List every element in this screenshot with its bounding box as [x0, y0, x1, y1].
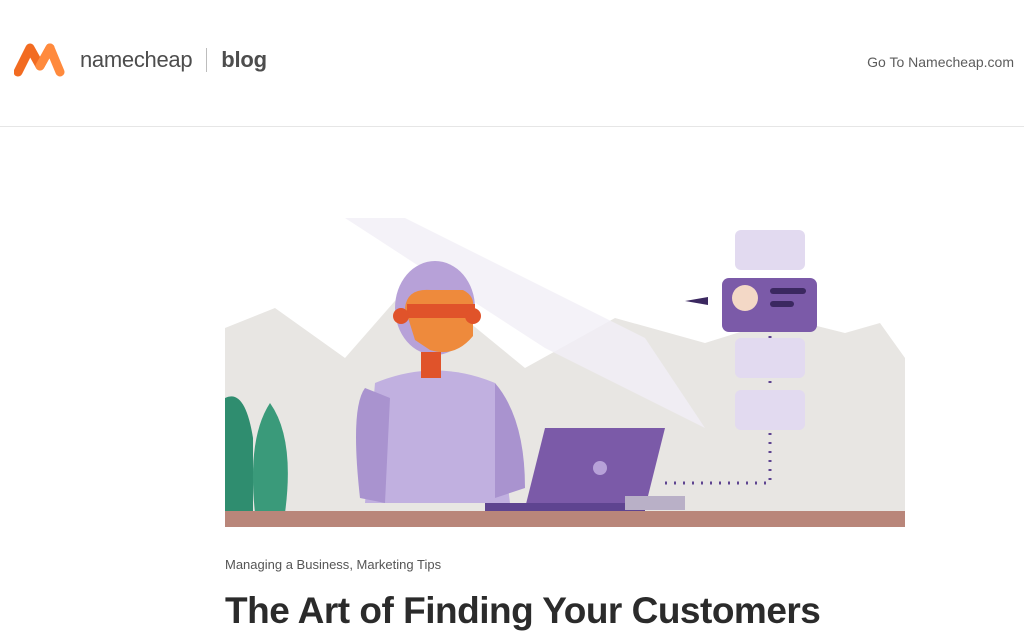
go-to-namecheap-link[interactable]: Go To Namecheap.com — [867, 54, 1014, 70]
post-title: The Art of Finding Your Customers — [225, 590, 821, 631]
namecheap-blog-logo[interactable]: namecheap blog — [14, 42, 267, 78]
blog-label: blog — [221, 47, 267, 72]
category-separator: , — [349, 557, 357, 572]
category-link[interactable]: Managing a Business — [225, 557, 349, 572]
brand-name: namecheap — [80, 47, 193, 72]
post-categories: Managing a Business, Marketing Tips — [225, 557, 441, 572]
category-link[interactable]: Marketing Tips — [357, 557, 442, 572]
hero-illustration — [225, 218, 905, 527]
logo-divider — [206, 48, 208, 72]
site-header: namecheap blog Go To Namecheap.com — [0, 0, 1024, 127]
namecheap-logo-icon — [14, 43, 65, 77]
